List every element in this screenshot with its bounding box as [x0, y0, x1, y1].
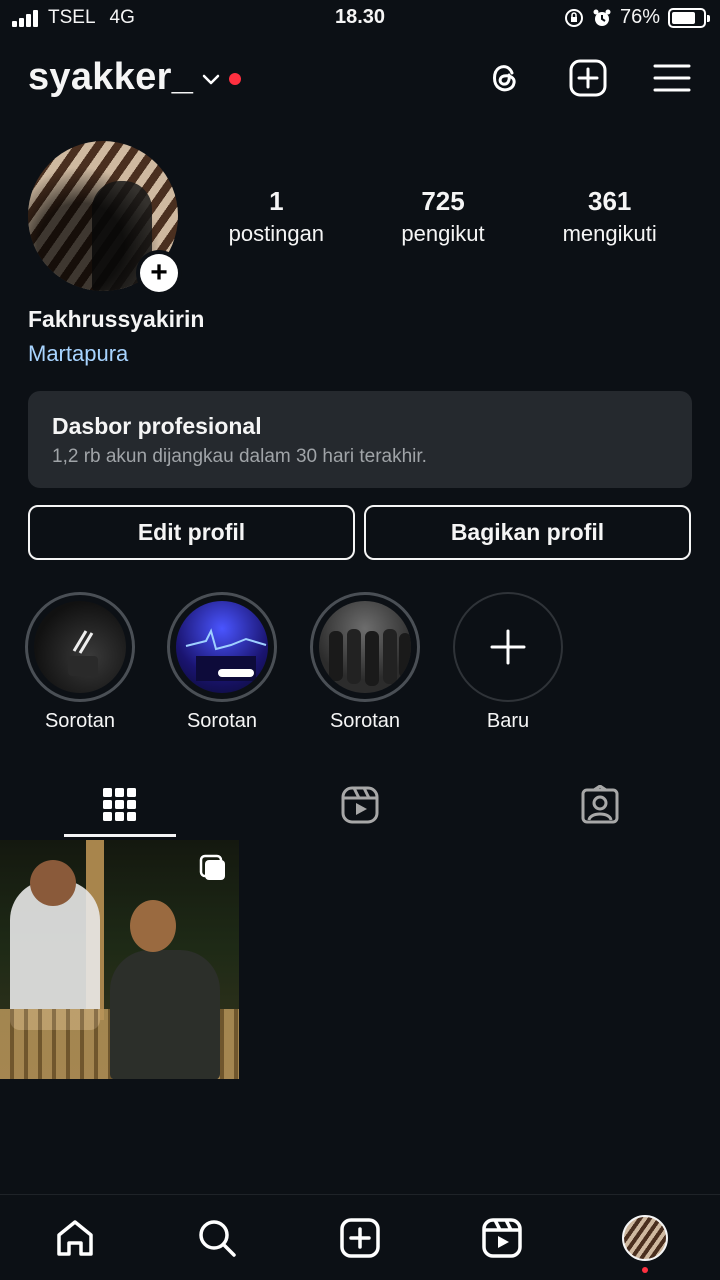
highlight-label: Sorotan [44, 710, 116, 732]
alarm-icon [593, 9, 611, 26]
nav-create[interactable] [335, 1213, 385, 1263]
location-link[interactable]: Martapura [28, 341, 128, 367]
stat-followers[interactable]: 725 pengikut [360, 186, 527, 247]
post-thumbnail[interactable] [0, 840, 239, 1079]
highlight-thumbnail [319, 601, 411, 693]
dashboard-subtitle: 1,2 rb akun dijangkau dalam 30 hari tera… [52, 446, 427, 467]
tab-posts-grid[interactable] [64, 780, 176, 830]
reels-icon [482, 1218, 522, 1258]
active-tab-indicator [64, 834, 176, 837]
highlight-item[interactable]: Sorotan [24, 592, 136, 733]
multiple-posts-icon [199, 854, 225, 880]
following-label: mengikuti [562, 221, 657, 246]
tab-tagged[interactable] [544, 780, 656, 830]
profile-avatar-small [622, 1215, 668, 1261]
create-icon [340, 1218, 380, 1258]
threads-icon[interactable] [484, 58, 524, 98]
posts-label: postingan [228, 221, 325, 246]
highlight-label: Baru [486, 710, 530, 732]
highlight-label: Sorotan [186, 710, 258, 732]
tab-reels[interactable] [304, 780, 416, 830]
add-story-button[interactable]: + [136, 250, 182, 296]
bottom-navigation [0, 1194, 720, 1280]
nav-reels[interactable] [477, 1213, 527, 1263]
highlight-item[interactable]: Sorotan [166, 592, 278, 733]
battery-percent: 76% [619, 6, 660, 28]
edit-profile-button[interactable]: Edit profil [28, 505, 355, 560]
full-name: Fakhrussyakirin [28, 306, 205, 332]
profile-header: syakker_ [28, 52, 692, 108]
tagged-icon [581, 785, 619, 824]
home-icon [57, 1220, 93, 1256]
status-bar: TSEL 4G 18.30 76% [0, 0, 720, 38]
menu-icon[interactable] [652, 58, 692, 98]
status-right: 76% [564, 6, 710, 29]
nav-profile[interactable] [620, 1213, 670, 1263]
battery-icon [668, 7, 710, 28]
grid-icon [103, 788, 136, 821]
posts-count: 1 [269, 186, 284, 216]
rotation-lock-icon [564, 8, 583, 27]
plus-icon [490, 629, 526, 665]
stat-following[interactable]: 361 mengikuti [526, 186, 693, 247]
followers-label: pengikut [401, 221, 485, 246]
nav-home[interactable] [50, 1213, 100, 1263]
reels-icon [341, 786, 379, 824]
content-tabs [0, 770, 720, 840]
profile-stats: 1 postingan 725 pengikut 361 mengikuti [193, 186, 693, 247]
username[interactable]: syakker_ [28, 56, 193, 99]
notification-dot [229, 72, 242, 85]
create-post-icon[interactable] [568, 58, 608, 98]
search-icon [199, 1220, 236, 1257]
professional-dashboard[interactable]: Dasbor profesional 1,2 rb akun dijangkau… [28, 391, 692, 488]
nav-search[interactable] [192, 1213, 242, 1263]
new-highlight-button[interactable]: Baru [452, 592, 564, 733]
highlight-thumbnail [176, 601, 268, 693]
account-switcher[interactable]: syakker_ [28, 56, 242, 99]
dashboard-title: Dasbor profesional [52, 413, 262, 439]
stat-posts[interactable]: 1 postingan [193, 186, 360, 247]
following-count: 361 [587, 186, 632, 216]
highlight-item[interactable]: Sorotan [309, 592, 421, 733]
highlight-ring [310, 592, 420, 702]
plus-icon: + [140, 254, 178, 292]
highlight-ring [167, 592, 277, 702]
highlight-label: Sorotan [329, 710, 401, 732]
highlight-thumbnail [34, 601, 126, 693]
notification-dot [642, 1267, 648, 1273]
share-profile-button[interactable]: Bagikan profil [364, 505, 691, 560]
new-highlight-ring [453, 592, 563, 702]
highlight-ring [25, 592, 135, 702]
followers-count: 725 [421, 186, 465, 216]
chevron-down-icon[interactable] [201, 73, 221, 87]
header-actions [484, 58, 692, 98]
